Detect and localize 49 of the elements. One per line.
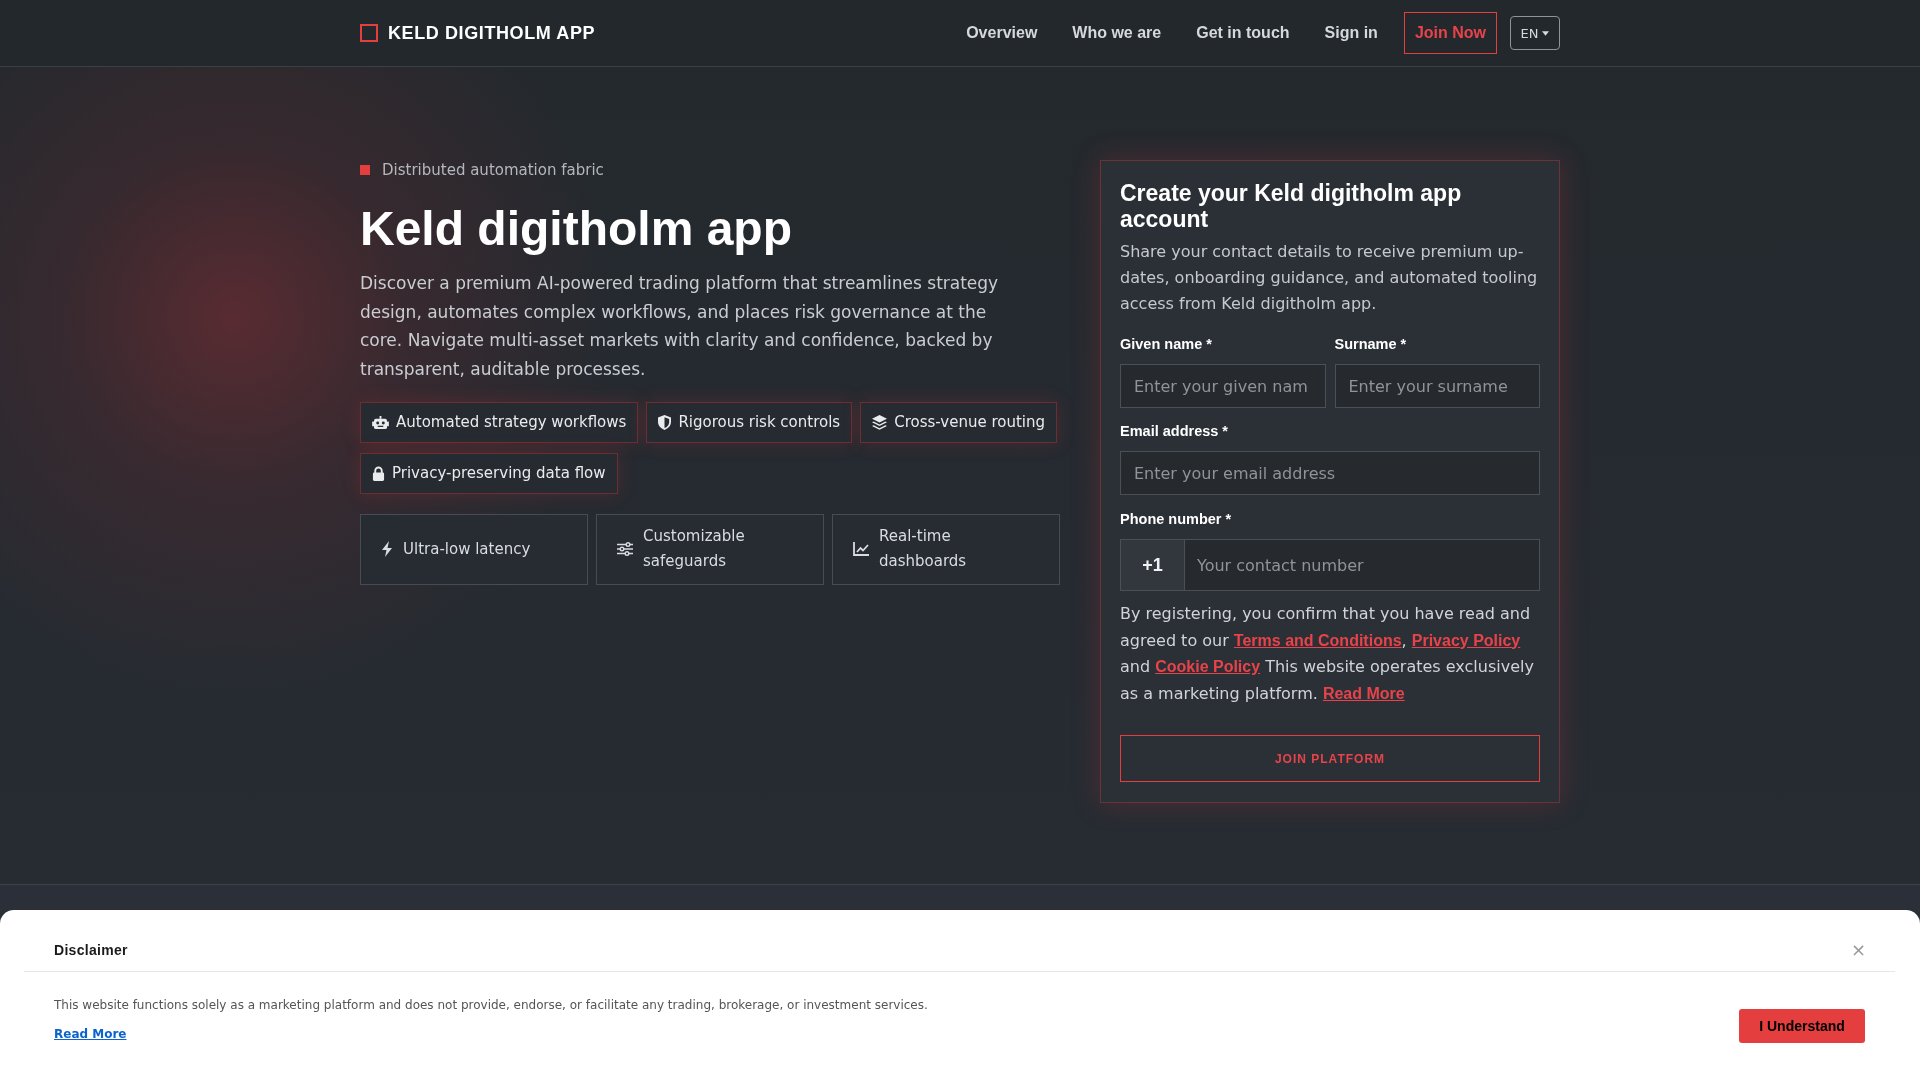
form-title: Create your Keld digitholm app account: [1120, 180, 1463, 232]
hero-title: Keld digitholm app: [360, 202, 793, 255]
hero-description: Discover a premium AI-powered trading platform that streamlines strategy design, automates complex workflows, and places risk governance at the core. Navigate multi-asset markets with clarity and confidence, backed by transparent, auditable processes.: [360, 272, 1000, 382]
join-platform-button[interactable]: JOIN PLATFORM: [1120, 735, 1540, 782]
feature-label: Ultra-low latency: [403, 538, 531, 560]
close-button[interactable]: ×: [1850, 941, 1866, 959]
form-description: Share your contact details to receive premium up-dates, onboarding guidance, and automated tooling access from Keld digitholm app.: [1120, 241, 1539, 315]
disclaimer-text: This website functions solely as a marketing platform and does not provide, endorse, or facilitate any trading, brokerage, or investment services.: [54, 997, 928, 1014]
text-link[interactable]: Privacy Policy: [1411, 631, 1521, 649]
tag-label: Rigorous risk controls: [678, 412, 841, 433]
understand-button[interactable]: I Understand: [1739, 1009, 1865, 1043]
eyebrow-text: Distributed automation fabric: [382, 160, 604, 180]
line-chart-icon: [853, 542, 869, 557]
nav-link[interactable]: Overview: [966, 24, 1038, 42]
feature-label: Customizable safeguards: [643, 526, 746, 573]
nav-link[interactable]: Get in touch: [1196, 24, 1290, 42]
field-label: Surname *: [1334, 335, 1407, 353]
disclaimer-title: Disclaimer: [54, 941, 128, 959]
lock-icon: [372, 465, 385, 481]
nav-link[interactable]: Sign in: [1324, 24, 1378, 42]
nav-link[interactable]: Who we are: [1072, 24, 1162, 42]
layers-icon: [872, 414, 888, 430]
brand-name[interactable]: KELD DIGITHOLM APP: [388, 22, 596, 44]
text-link[interactable]: Cookie Policy: [1155, 658, 1261, 675]
read-more-link[interactable]: Read More: [54, 1026, 127, 1043]
caret-icon: [1542, 30, 1550, 36]
tag-label: Automated strategy workflows: [396, 412, 627, 433]
field-label: Phone number *: [1120, 510, 1232, 528]
square-logo-icon: [360, 24, 378, 42]
text-input[interactable]: Enter your surname: [1334, 364, 1540, 408]
text-input[interactable]: Enter your given nam: [1120, 364, 1326, 408]
lightning-icon: [381, 541, 393, 558]
country-code: +1: [1120, 539, 1184, 591]
language-selector[interactable]: EN: [1510, 16, 1560, 50]
text-link[interactable]: Terms and Conditions: [1233, 631, 1402, 649]
join-now-button[interactable]: Join Now: [1403, 12, 1497, 54]
square-bullet-icon: [360, 165, 370, 175]
email-input[interactable]: Enter your email address: [1120, 451, 1540, 495]
phone-input[interactable]: Your contact number: [1184, 539, 1540, 591]
shield-icon: [658, 414, 672, 430]
text-link[interactable]: Read More: [1322, 684, 1405, 702]
field-label: Email address *: [1120, 422, 1228, 440]
sliders-icon: [617, 542, 633, 557]
field-label: Given name *: [1120, 335, 1212, 353]
feature-label: Real-time dashboards: [879, 526, 968, 573]
consent-text: By registering, you confirm that you have read and agreed to our Terms and Conditions, Privacy Policy and Cookie Policy This website operates exclusively as a marketing platform. Read More: [1120, 603, 1535, 705]
tag-label: Cross-venue routing: [894, 412, 1046, 433]
tag-label: Privacy-preserving data flow: [392, 463, 606, 484]
robot-icon: [372, 415, 389, 429]
